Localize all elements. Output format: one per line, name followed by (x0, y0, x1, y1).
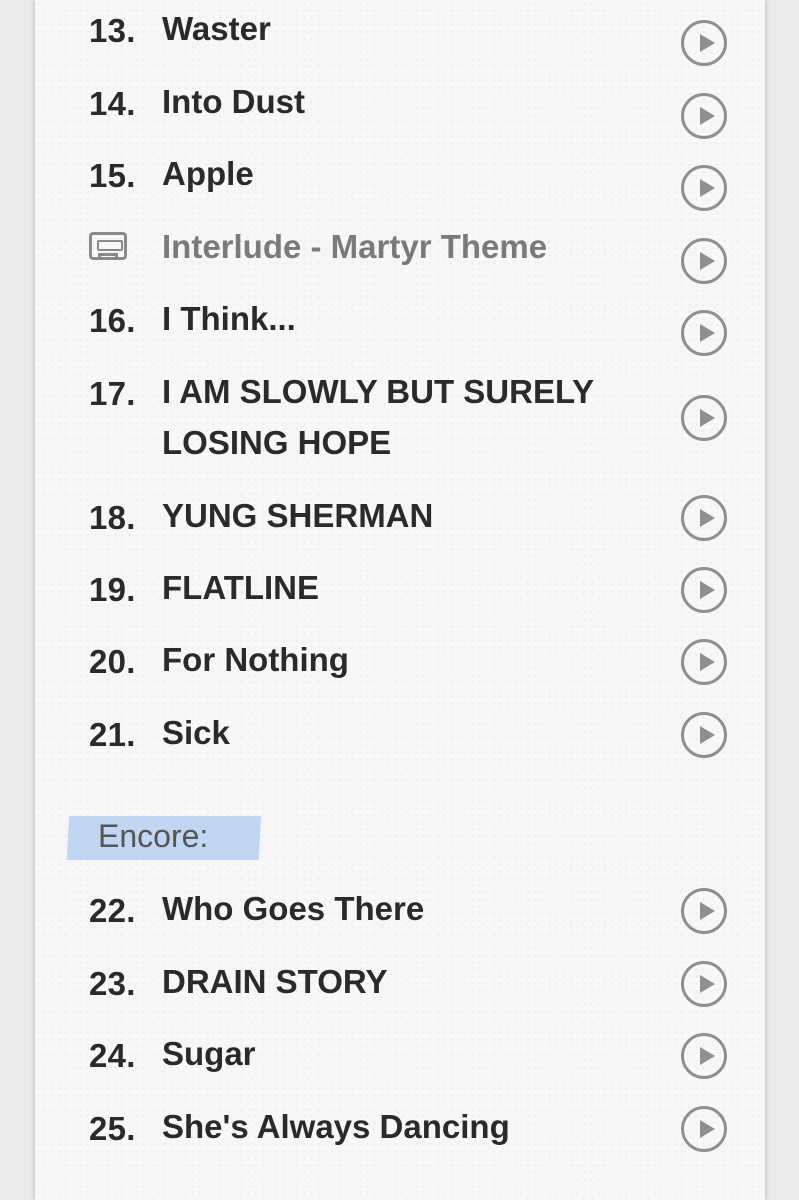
play-icon[interactable] (681, 238, 727, 284)
track-number: 23. (89, 965, 136, 1002)
track-number: 13. (89, 12, 136, 49)
track-title: I AM SLOWLY BUT SURELY LOSING HOPE (162, 373, 594, 461)
setlist-page: 13. Waster 14. Into Dust 15. Apple Inter… (35, 0, 765, 1200)
play-icon[interactable] (681, 712, 727, 758)
track-title: FLATLINE (162, 569, 320, 606)
track-number: 24. (89, 1037, 136, 1074)
play-icon[interactable] (681, 888, 727, 934)
track-number: 25. (89, 1110, 136, 1147)
track-number: 16. (89, 302, 136, 339)
track-title: Who Goes There (162, 890, 425, 927)
track-title: Into Dust (162, 83, 305, 120)
track-number: 18. (89, 499, 136, 536)
play-icon[interactable] (681, 567, 727, 613)
track-title: I Think... (162, 300, 296, 337)
play-icon[interactable] (681, 20, 727, 66)
play-icon[interactable] (681, 93, 727, 139)
track-number: 15. (89, 157, 136, 194)
track-number: 14. (89, 85, 136, 122)
play-icon[interactable] (681, 495, 727, 541)
track-title: Sugar (162, 1035, 256, 1072)
track-title: Apple (162, 155, 254, 192)
play-icon[interactable] (681, 639, 727, 685)
play-icon[interactable] (681, 310, 727, 356)
play-icon[interactable] (681, 165, 727, 211)
track-number: 17. (89, 375, 136, 412)
track-number: 19. (89, 571, 136, 608)
track-title: Waster (162, 10, 271, 47)
track-title: She's Always Dancing (162, 1108, 510, 1145)
play-icon[interactable] (681, 961, 727, 1007)
encore-label: Encore: (98, 818, 209, 854)
interlude-title: Interlude - Martyr Theme (162, 228, 548, 265)
track-number: 20. (89, 643, 136, 680)
play-icon[interactable] (681, 1033, 727, 1079)
track-number: 22. (89, 892, 136, 929)
track-title: Sick (162, 714, 230, 751)
track-number: 21. (89, 716, 136, 753)
track-title: DRAIN STORY (162, 963, 388, 1000)
track-title: YUNG SHERMAN (162, 497, 434, 534)
play-icon[interactable] (681, 1106, 727, 1152)
cassette-tape-icon (89, 232, 127, 260)
track-title: For Nothing (162, 641, 349, 678)
play-icon[interactable] (681, 395, 727, 441)
